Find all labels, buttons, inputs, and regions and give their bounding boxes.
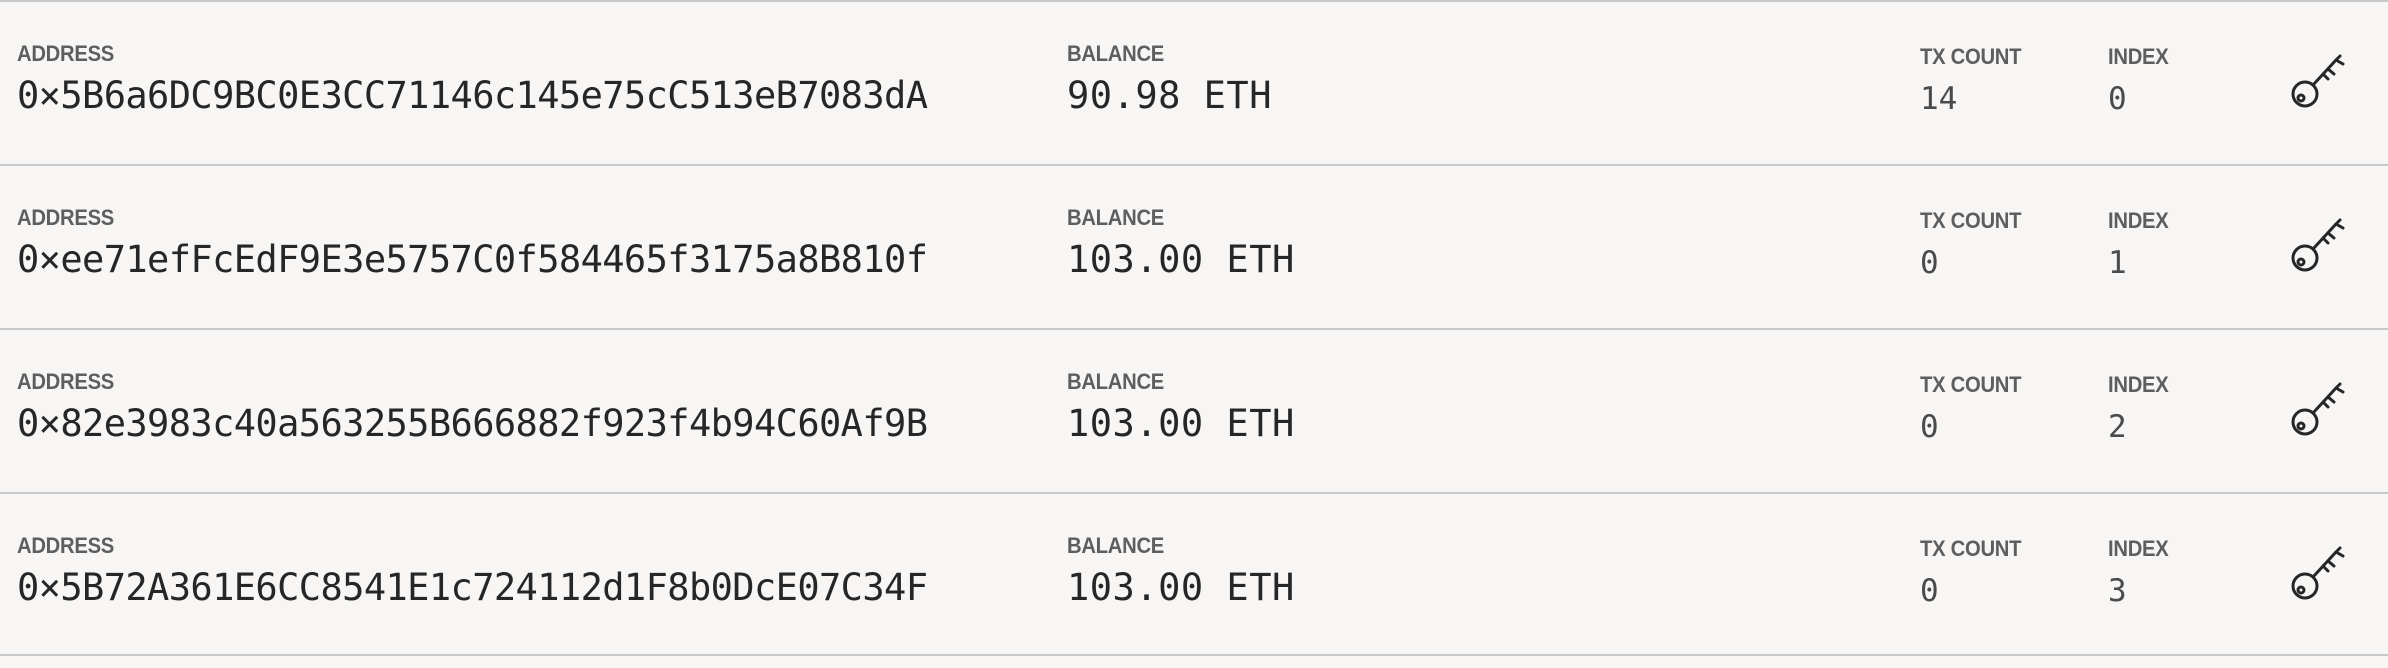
account-row[interactable]: ADDRESS 0×ee71efFcEdF9E3e5757C0f584465f3… [0, 166, 2388, 330]
address-label: ADDRESS [17, 369, 115, 394]
tx-count-label: TX COUNT [1920, 372, 2022, 397]
account-row[interactable]: ADDRESS 0×5B72A361E6CC8541E1c724112d1F8b… [0, 494, 2388, 656]
tx-count-value: 0 [1920, 573, 1939, 609]
index-label: INDEX [2108, 536, 2169, 561]
index-value: 1 [2108, 245, 2127, 281]
index-field: INDEX 2 [2108, 371, 2174, 445]
balance-value: 103.00 ETH [1067, 238, 1295, 281]
index-value: 0 [2108, 81, 2127, 117]
account-row[interactable]: ADDRESS 0×82e3983c40a563255B666882f923f4… [0, 330, 2388, 494]
accounts-list: ADDRESS 0×5B6a6DC9BC0E3CC71146c145e75cC5… [0, 0, 2388, 668]
balance-field: BALANCE 103.00 ETH [1067, 532, 1295, 609]
index-label: INDEX [2108, 372, 2169, 397]
index-label: INDEX [2108, 208, 2169, 233]
tx-count-field: TX COUNT 0 [1920, 207, 2030, 281]
tx-count-field: TX COUNT 0 [1920, 535, 2030, 609]
balance-label: BALANCE [1067, 533, 1165, 558]
index-label: INDEX [2108, 44, 2169, 69]
address-label: ADDRESS [17, 533, 115, 558]
tx-count-label: TX COUNT [1920, 208, 2022, 233]
tx-count-field: TX COUNT 0 [1920, 371, 2030, 445]
address-field: ADDRESS 0×5B72A361E6CC8541E1c724112d1F8b… [17, 532, 928, 609]
balance-value: 90.98 ETH [1067, 74, 1272, 117]
address-field: ADDRESS 0×ee71efFcEdF9E3e5757C0f584465f3… [17, 204, 928, 281]
address-field: ADDRESS 0×82e3983c40a563255B666882f923f4… [17, 368, 928, 445]
index-field: INDEX 0 [2108, 43, 2174, 117]
balance-label: BALANCE [1067, 41, 1165, 66]
account-row[interactable]: ADDRESS 0×5B6a6DC9BC0E3CC71146c145e75cC5… [0, 2, 2388, 166]
key-icon[interactable] [2290, 542, 2346, 604]
balance-value: 103.00 ETH [1067, 566, 1295, 609]
tx-count-value: 0 [1920, 245, 1939, 281]
address-value: 0×ee71efFcEdF9E3e5757C0f584465f3175a8B81… [17, 238, 928, 281]
tx-count-value: 14 [1920, 81, 1958, 117]
balance-field: BALANCE 103.00 ETH [1067, 368, 1295, 445]
balance-field: BALANCE 90.98 ETH [1067, 40, 1272, 117]
key-icon[interactable] [2290, 50, 2346, 112]
key-icon[interactable] [2290, 214, 2346, 276]
index-field: INDEX 3 [2108, 535, 2174, 609]
address-field: ADDRESS 0×5B6a6DC9BC0E3CC71146c145e75cC5… [17, 40, 928, 117]
address-value: 0×82e3983c40a563255B666882f923f4b94C60Af… [17, 402, 928, 445]
address-value: 0×5B6a6DC9BC0E3CC71146c145e75cC513eB7083… [17, 74, 928, 117]
index-value: 2 [2108, 409, 2127, 445]
balance-label: BALANCE [1067, 205, 1165, 230]
key-icon[interactable] [2290, 378, 2346, 440]
balance-value: 103.00 ETH [1067, 402, 1295, 445]
address-label: ADDRESS [17, 41, 115, 66]
balance-field: BALANCE 103.00 ETH [1067, 204, 1295, 281]
balance-label: BALANCE [1067, 369, 1165, 394]
index-value: 3 [2108, 573, 2127, 609]
index-field: INDEX 1 [2108, 207, 2174, 281]
tx-count-value: 0 [1920, 409, 1939, 445]
tx-count-label: TX COUNT [1920, 44, 2022, 69]
address-value: 0×5B72A361E6CC8541E1c724112d1F8b0DcE07C3… [17, 566, 928, 609]
tx-count-label: TX COUNT [1920, 536, 2022, 561]
tx-count-field: TX COUNT 14 [1920, 43, 2030, 117]
address-label: ADDRESS [17, 205, 115, 230]
